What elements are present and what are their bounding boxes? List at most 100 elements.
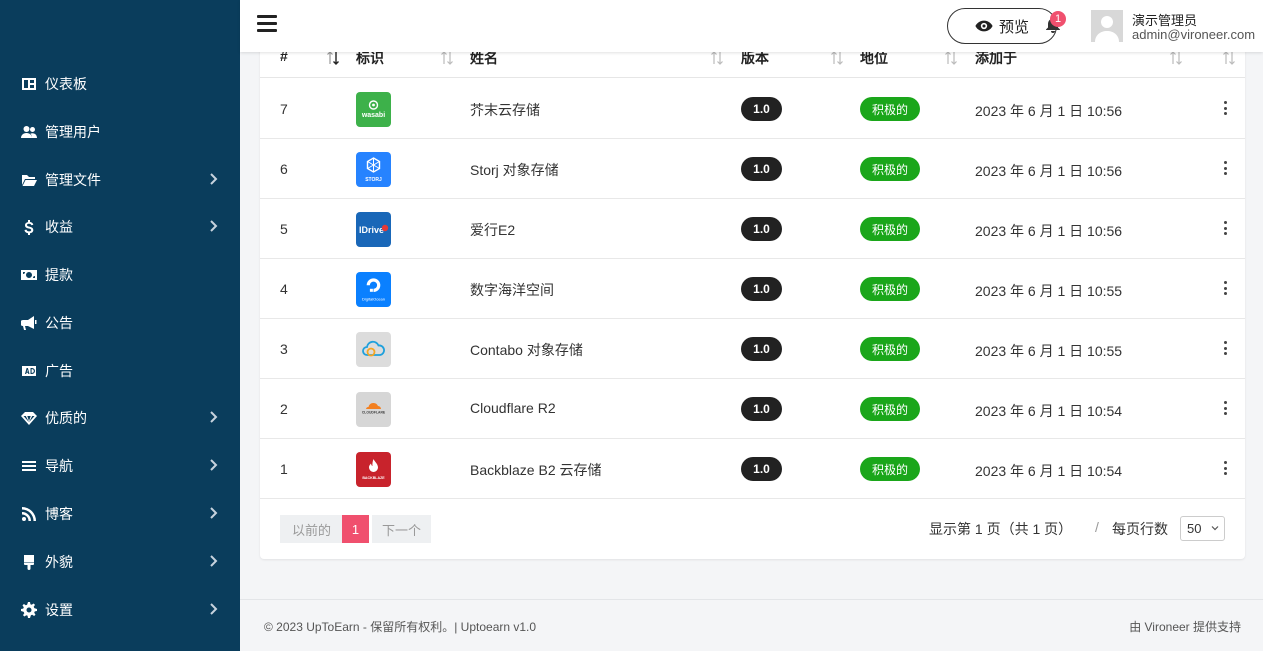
chevron-right-icon: [206, 458, 222, 474]
row-id: 4: [280, 281, 288, 297]
sidebar-item-label: 收益: [45, 219, 73, 235]
sidebar: 仪表板 管理用户 管理文件 收益 提款 公告 广告 优质的 导航 博客 外貌 设…: [0, 0, 240, 651]
status-badge: 积极的: [860, 217, 920, 241]
status-badge: 积极的: [860, 97, 920, 121]
svg-text:CLOUDFLARE: CLOUDFLARE: [362, 411, 386, 415]
row-id: 5: [280, 221, 288, 237]
gear-icon: [20, 601, 38, 619]
users-icon: [20, 123, 38, 141]
contabo-logo: [356, 332, 391, 367]
added-date: 2023 年 6 月 1 日 10:54: [975, 463, 1123, 479]
sort-icon[interactable]: [1222, 50, 1236, 66]
sidebar-item-announcements[interactable]: 公告: [0, 303, 240, 343]
avatar[interactable]: [1091, 10, 1123, 42]
status-badge: 积极的: [860, 397, 920, 421]
wasabi-logo: wasabi: [356, 92, 391, 127]
top-header: 预览 1 演示管理员 admin@vironeer.com: [240, 0, 1263, 52]
sidebar-item-label: 设置: [45, 602, 73, 618]
preview-label: 预览: [998, 18, 1029, 36]
sidebar-item-label: 仪表板: [45, 76, 87, 92]
row-actions-icon[interactable]: [1221, 461, 1229, 475]
sidebar-item-label: 公告: [45, 315, 73, 331]
svg-text:STORJ: STORJ: [365, 177, 382, 183]
provider-name: 芥末云存储: [470, 102, 540, 118]
row-actions-icon[interactable]: [1221, 281, 1229, 295]
sidebar-item-label: 博客: [45, 506, 73, 522]
sidebar-item-earnings[interactable]: 收益: [0, 207, 240, 247]
sidebar-item-label: 广告: [45, 363, 73, 379]
sidebar-item-appearance[interactable]: 外貌: [0, 542, 240, 582]
provider-name: Storj 对象存储: [470, 162, 559, 178]
table-row: 5 IDrive 爱行E2 1.0 积极的 2023 年 6 月 1 日 10:…: [260, 199, 1245, 259]
row-id: 3: [280, 341, 288, 357]
table-row: 3 Contabo 对象存储 1.0 积极的 2023 年 6 月 1 日 10…: [260, 319, 1245, 379]
pagination-page-button[interactable]: 1: [342, 515, 369, 543]
svg-text:DigitalOcean: DigitalOcean: [362, 297, 385, 302]
brush-icon: [20, 553, 38, 571]
sort-icon[interactable]: [830, 50, 844, 66]
sort-icon[interactable]: [440, 50, 454, 66]
menu-toggle-icon[interactable]: [257, 15, 277, 37]
added-date: 2023 年 6 月 1 日 10:56: [975, 223, 1123, 239]
row-id: 7: [280, 101, 288, 117]
row-actions-icon[interactable]: [1221, 221, 1229, 235]
money-icon: [20, 266, 38, 284]
rss-icon: [20, 505, 38, 523]
pagination-prev-button[interactable]: 以前的: [280, 515, 343, 543]
rows-per-page-label: 每页行数: [1112, 521, 1168, 537]
provider-name: Cloudflare R2: [470, 400, 556, 416]
row-id: 6: [280, 161, 288, 177]
preview-button[interactable]: 预览: [947, 8, 1057, 44]
chevron-right-icon: [206, 172, 222, 188]
sidebar-item-blog[interactable]: 博客: [0, 494, 240, 534]
sort-icon[interactable]: [710, 50, 724, 66]
sidebar-item-withdrawals[interactable]: 提款: [0, 255, 240, 295]
status-badge: 积极的: [860, 457, 920, 481]
dashboard-icon: [20, 75, 38, 93]
notifications-button[interactable]: 1: [1044, 11, 1066, 38]
added-date: 2023 年 6 月 1 日 10:56: [975, 163, 1123, 179]
notification-badge: 1: [1050, 11, 1066, 27]
row-actions-icon[interactable]: [1221, 101, 1229, 115]
idrive-logo: IDrive: [356, 212, 391, 247]
rows-per-page-select[interactable]: 50: [1180, 516, 1225, 541]
row-id: 2: [280, 401, 288, 417]
backblaze-logo: BACKBLAZE: [356, 452, 391, 487]
pagination-next-button[interactable]: 下一个: [372, 515, 431, 543]
sidebar-item-files[interactable]: 管理文件: [0, 160, 240, 200]
cloudflare-logo: CLOUDFLARE: [356, 392, 391, 427]
row-actions-icon[interactable]: [1221, 401, 1229, 415]
chevron-right-icon: [206, 506, 222, 522]
chevron-right-icon: [206, 219, 222, 235]
sort-icon[interactable]: [326, 50, 340, 66]
svg-text:BACKBLAZE: BACKBLAZE: [362, 476, 385, 480]
sidebar-item-label: 提款: [45, 267, 73, 283]
added-date: 2023 年 6 月 1 日 10:55: [975, 283, 1123, 299]
ad-icon: [20, 362, 38, 380]
sidebar-item-dashboard[interactable]: 仪表板: [0, 64, 240, 104]
sidebar-item-premium[interactable]: 优质的: [0, 398, 240, 438]
version-badge: 1.0: [741, 397, 782, 421]
row-actions-icon[interactable]: [1221, 161, 1229, 175]
added-date: 2023 年 6 月 1 日 10:54: [975, 403, 1123, 419]
added-date: 2023 年 6 月 1 日 10:56: [975, 103, 1123, 119]
status-badge: 积极的: [860, 337, 920, 361]
sidebar-item-label: 导航: [45, 458, 73, 474]
sidebar-item-users[interactable]: 管理用户: [0, 112, 240, 152]
user-email: admin@vironeer.com: [1132, 27, 1256, 42]
sort-icon[interactable]: [944, 50, 958, 66]
chevron-right-icon: [206, 602, 222, 618]
chevron-right-icon: [206, 410, 222, 426]
row-actions-icon[interactable]: [1221, 341, 1229, 355]
sidebar-item-ads[interactable]: 广告: [0, 351, 240, 391]
pagination-info: 显示第 1 页（共 1 页）: [929, 521, 1073, 537]
version-badge: 1.0: [741, 157, 782, 181]
eye-icon: [975, 20, 993, 32]
sidebar-item-navigation[interactable]: 导航: [0, 446, 240, 486]
table-row: 4 DigitalOcean 数字海洋空间 1.0 积极的 2023 年 6 月…: [260, 259, 1245, 319]
sidebar-item-label: 优质的: [45, 410, 87, 426]
added-date: 2023 年 6 月 1 日 10:55: [975, 343, 1123, 359]
sort-icon[interactable]: [1169, 50, 1183, 66]
table-row: 7 wasabi 芥末云存储 1.0 积极的 2023 年 6 月 1 日 10…: [260, 79, 1245, 139]
sidebar-item-settings[interactable]: 设置: [0, 590, 240, 630]
